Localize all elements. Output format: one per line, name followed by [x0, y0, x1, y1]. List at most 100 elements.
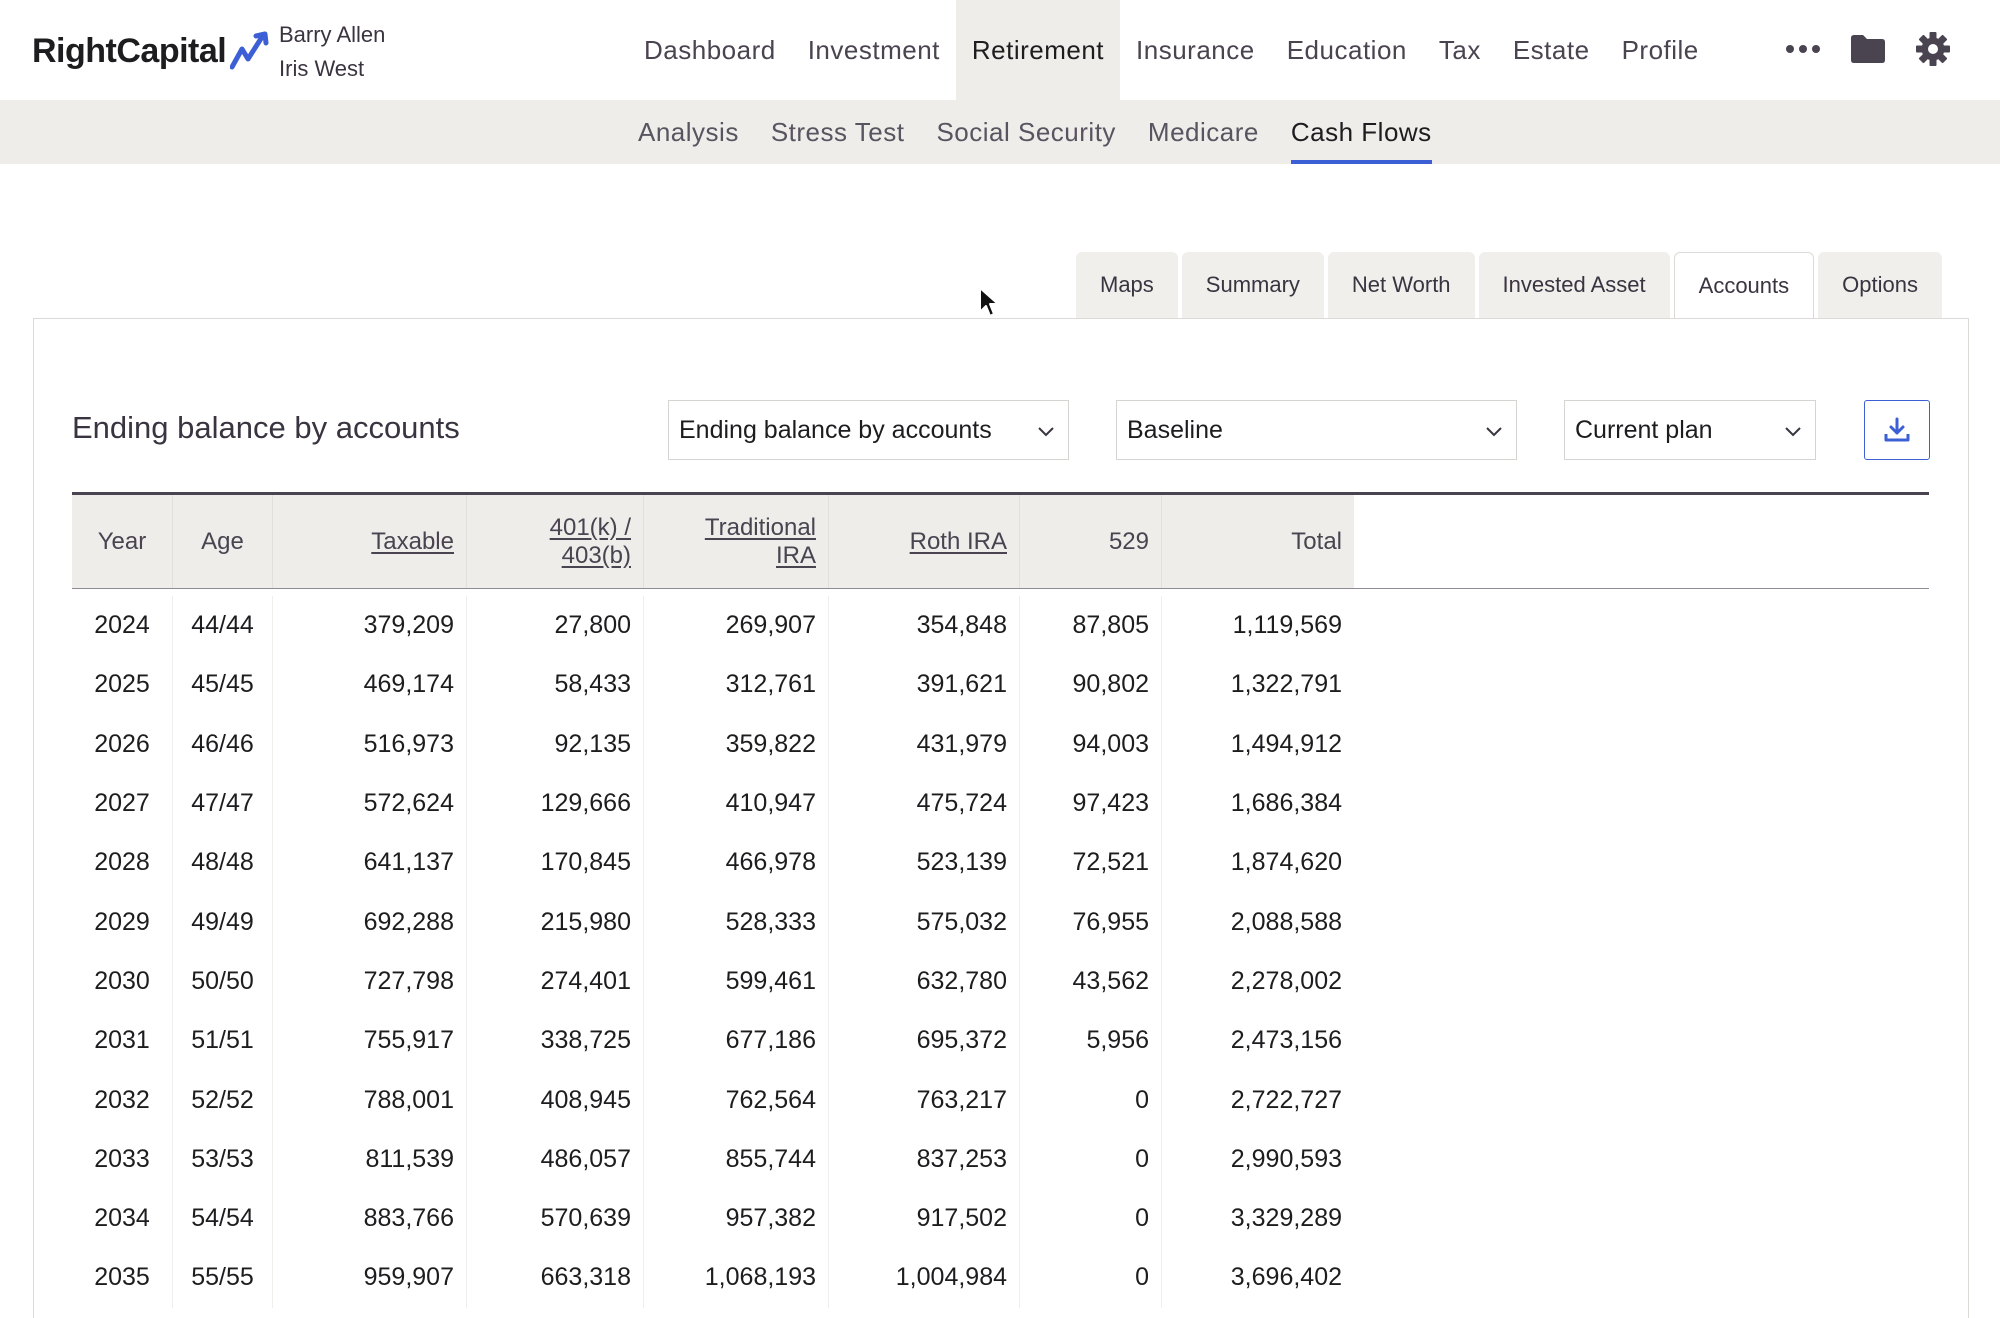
table-cell: 2,088,588 — [1230, 907, 1342, 936]
col-traditional-ira[interactable]: Traditional IRA — [644, 495, 829, 588]
scenario-select-value: Baseline — [1127, 415, 1223, 444]
table-cell: 1,686,384 — [1230, 789, 1342, 818]
col-year-label: Year — [97, 527, 147, 555]
nav-profile[interactable]: Profile — [1606, 0, 1715, 100]
table-cell: 475,724 — [829, 773, 1020, 834]
table-cell: 2027 — [72, 773, 173, 834]
view-select[interactable]: Ending balance by accounts — [668, 400, 1069, 460]
col-age-label: Age — [201, 527, 244, 555]
tab-net-worth[interactable]: Net Worth — [1327, 252, 1475, 318]
table-cell: 43,562 — [1020, 951, 1162, 1012]
download-icon — [1884, 417, 1910, 442]
gear-icon[interactable] — [1910, 24, 1956, 74]
table-cell: 917,502 — [829, 1188, 1020, 1249]
subnav-medicare[interactable]: Medicare — [1132, 100, 1275, 164]
col-age[interactable]: Age — [173, 495, 273, 588]
client-names[interactable]: Barry Allen Iris West — [279, 18, 385, 86]
more-icon[interactable] — [1780, 24, 1826, 74]
table-row: 2025 45/45 469,174 58,433 312,761 391,621 90,8… — [72, 655, 1354, 715]
sub-header: Analysis Stress Test Social Security Med… — [0, 100, 2000, 164]
table-cell: 2031 — [72, 1011, 173, 1071]
chevron-down-icon — [1486, 427, 1502, 437]
table-cell: 0 — [1020, 1248, 1162, 1308]
table-cell: 469,174 — [273, 655, 467, 715]
table-row: 2026 46/46 516,973 92,135 359,822 431,979 94,0… — [72, 714, 1354, 774]
table-cell: 87,805 — [1020, 596, 1162, 656]
nav-insurance[interactable]: Insurance — [1120, 0, 1271, 100]
tab-invested-asset[interactable]: Invested Asset — [1478, 252, 1670, 318]
table-header-rule — [72, 588, 1929, 589]
col-year[interactable]: Year — [72, 495, 173, 588]
table-cell: 27,800 — [467, 596, 644, 656]
table-cell: 1,068,193 — [644, 1248, 829, 1308]
tab-options[interactable]: Options — [1818, 252, 1942, 318]
client-name-2: Iris West — [279, 56, 365, 81]
brand-name: RightCapital — [32, 31, 227, 70]
plan-select-value: Current plan — [1575, 415, 1713, 444]
table-cell: 94,003 — [1020, 714, 1162, 774]
download-button[interactable] — [1864, 400, 1930, 460]
nav-retirement[interactable]: Retirement — [955, 0, 1121, 100]
col-total[interactable]: Total — [1162, 495, 1354, 588]
col-529-label: 529 — [1108, 527, 1149, 555]
main-nav: Dashboard Investment Retirement Insuranc… — [628, 0, 1715, 100]
folder-icon[interactable] — [1845, 24, 1891, 74]
table-cell: 52/52 — [173, 1070, 273, 1130]
table-cell: 1,874,620 — [1230, 848, 1342, 877]
table-cell: 959,907 — [273, 1248, 467, 1308]
tab-maps[interactable]: Maps — [1076, 252, 1178, 318]
table-cell: 663,318 — [467, 1248, 644, 1308]
subnav-analysis[interactable]: Analysis — [622, 100, 755, 164]
view-select-value: Ending balance by accounts — [679, 415, 992, 444]
table-cell: 695,372 — [829, 1011, 1020, 1071]
plan-select[interactable]: Current plan — [1564, 400, 1816, 460]
table-cell: 575,032 — [829, 892, 1020, 952]
table-cell: 2,722,727 — [1230, 1085, 1342, 1114]
table-cell: 269,907 — [644, 596, 829, 656]
table-cell: 2024 — [72, 596, 173, 656]
nav-dashboard[interactable]: Dashboard — [628, 0, 792, 100]
table-cell: 54/54 — [173, 1188, 273, 1249]
nav-education[interactable]: Education — [1271, 0, 1423, 100]
nav-tax[interactable]: Tax — [1423, 0, 1497, 100]
table-cell: 516,973 — [273, 714, 467, 774]
table-cell: 641,137 — [273, 833, 467, 893]
col-529[interactable]: 529 — [1020, 495, 1162, 588]
table-row: 2034 54/54 883,766 570,639 957,382 917,502 0 3,… — [72, 1188, 1354, 1249]
table-cell: 55/55 — [173, 1248, 273, 1308]
table-cell: 1,119,569 — [1232, 611, 1342, 640]
table-cell: 359,822 — [644, 714, 829, 774]
tab-accounts[interactable]: Accounts — [1673, 252, 1815, 319]
col-roth-ira[interactable]: Roth IRA — [829, 495, 1020, 588]
table-cell: 3,329,289 — [1230, 1204, 1342, 1233]
mouse-cursor-icon — [979, 287, 999, 317]
top-header: RightCapital Barry Allen Iris West Dashb… — [0, 0, 2000, 100]
subnav-stress-test[interactable]: Stress Test — [755, 100, 921, 164]
table-header: Year Age Taxable 401(k) / 403(b) Traditi… — [72, 495, 1354, 588]
table-cell: 727,798 — [273, 951, 467, 1012]
table-cell: 855,744 — [644, 1129, 829, 1189]
table-row: 2028 48/48 641,137 170,845 466,978 523,139 72,… — [72, 833, 1354, 893]
table-cell: 97,423 — [1020, 773, 1162, 834]
nav-estate[interactable]: Estate — [1497, 0, 1606, 100]
col-taxable[interactable]: Taxable — [273, 495, 467, 588]
table-cell: 379,209 — [273, 596, 467, 656]
col-401k[interactable]: 401(k) / 403(b) — [467, 495, 644, 588]
tab-summary[interactable]: Summary — [1181, 252, 1324, 318]
nav-investment[interactable]: Investment — [792, 0, 956, 100]
table-cell: 572,624 — [273, 773, 467, 834]
scenario-select[interactable]: Baseline — [1116, 400, 1517, 460]
table-cell: 44/44 — [173, 596, 273, 656]
table-cell: 2028 — [72, 833, 173, 893]
brand-logo[interactable]: RightCapital — [32, 28, 272, 74]
table-cell: 5,956 — [1020, 1011, 1162, 1071]
table-cell: 837,253 — [829, 1129, 1020, 1189]
cash-flow-tabs: Maps Summary Net Worth Invested Asset Ac… — [1076, 252, 1942, 319]
table-cell: 2033 — [72, 1129, 173, 1189]
subnav-cash-flows[interactable]: Cash Flows — [1275, 100, 1448, 164]
table-cell: 354,848 — [829, 596, 1020, 656]
subnav-social-security[interactable]: Social Security — [920, 100, 1131, 164]
table-row: 2031 51/51 755,917 338,725 677,186 695,372 5,9… — [72, 1011, 1354, 1071]
table-cell: 72,521 — [1020, 833, 1162, 893]
table-cell: 692,288 — [273, 892, 467, 952]
